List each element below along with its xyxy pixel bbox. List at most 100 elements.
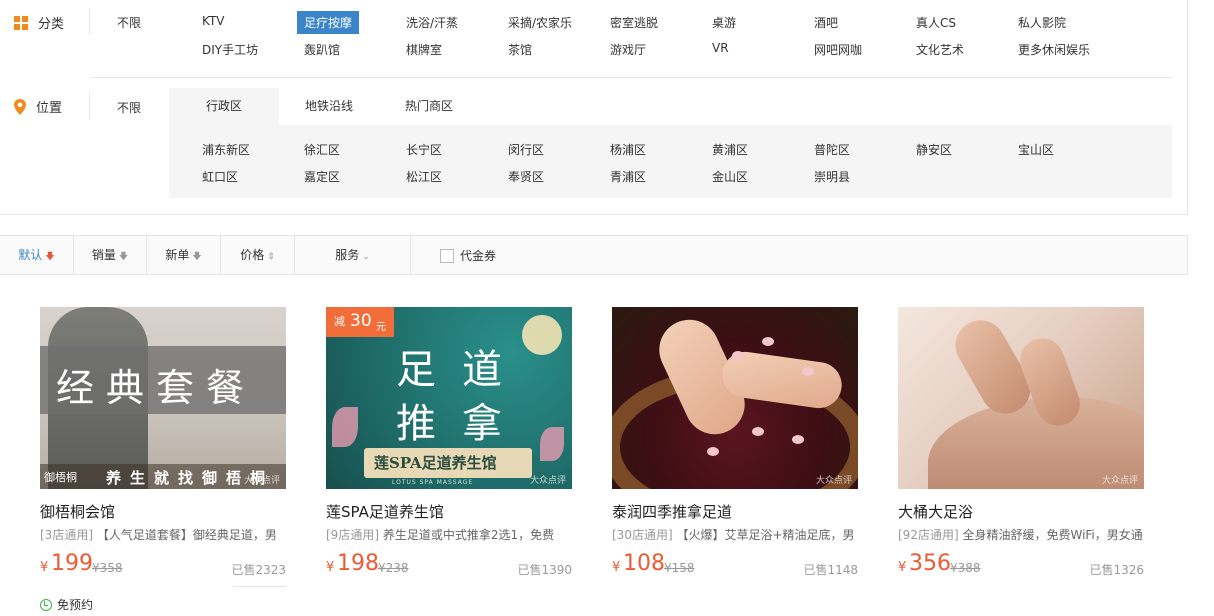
filter-panel: 分类 不限 KTV 足疗按摩 洗浴/汗蒸 采摘/农家乐 密室逃脱 桌游 酒吧 真… [0,0,1188,215]
category-item[interactable]: 酒吧 [814,14,838,31]
category-item[interactable]: DIY手工坊 [202,41,258,58]
deal-image[interactable]: 经典套餐 御梧桐 养生就找御梧桐 大众点评 [40,307,286,489]
price-row: ¥ 199 ¥358 已售2323 [40,551,286,581]
deal-card[interactable]: 大众点评 泰润四季推拿足道 [30店通用] 【火爆】艾草足浴+精油足底，男 ¥ … [612,307,858,577]
district-item[interactable]: 虹口区 [202,168,238,185]
deal-scope: [9店通用] [326,528,379,542]
deal-image[interactable]: 大众点评 [898,307,1144,489]
category-item[interactable]: 私人影院 [1018,14,1066,31]
deal-desc-text: 【人气足道套餐】御经典足道，男 [96,528,277,542]
category-item[interactable]: KTV [202,14,224,28]
coupon-checkbox[interactable] [440,248,454,263]
deal-title[interactable]: 御梧桐会馆 [40,501,115,522]
sort-updown-icon: ⇕ [267,252,275,262]
image-band-text: 经典套餐 [56,366,257,410]
sort-price[interactable]: 价格 ⇕ [221,236,295,274]
image-watermark: 大众点评 [243,476,280,486]
category-item[interactable]: 网吧网咖 [814,41,862,58]
badge-prefix: 减 [334,315,345,328]
sort-price-label: 价格 [240,248,265,262]
original-price: ¥158 [664,561,695,575]
image-petal [792,435,804,444]
district-item[interactable]: 奉贤区 [508,168,544,185]
category-item[interactable]: 茶馆 [508,41,532,58]
image-subtitle: LOTUS SPA MASSAGE [392,479,474,486]
category-item-active[interactable]: 足疗按摩 [297,11,360,34]
deal-image[interactable]: 减 30 元 足 道 推 拿 莲SPA足道养生馆 LOTUS SPA MASSA… [326,307,572,489]
district-item[interactable]: 浦东新区 [202,141,250,158]
district-item[interactable]: 青浦区 [610,168,646,185]
district-item[interactable]: 普陀区 [814,141,850,158]
district-item[interactable]: 嘉定区 [304,168,340,185]
divider [233,586,286,587]
category-item[interactable]: VR [712,41,729,55]
clock-icon [40,598,52,611]
deal-card[interactable]: 大众点评 大桶大足浴 [92店通用] 全身精油舒缓，免费WiFi，男女通 ¥ 3… [898,307,1144,577]
image-leaf [540,427,564,461]
district-item[interactable]: 徐汇区 [304,141,340,158]
sold-count: 已售2323 [231,563,286,577]
price-row: ¥ 198 ¥238 已售1390 [326,551,572,581]
district-item[interactable]: 长宁区 [406,141,442,158]
deal-image[interactable]: 大众点评 [612,307,858,489]
district-item[interactable]: 静安区 [916,141,952,158]
booking-tag: 免预约 [40,596,93,613]
sold-count: 已售1326 [1089,563,1144,577]
category-item[interactable]: 棋牌室 [406,41,442,58]
sort-service-dropdown[interactable]: 服务 ⌄ [295,236,411,274]
image-petal [707,447,719,456]
sort-sales-label: 销量 [91,248,116,262]
arrow-down-icon: 🡇 [45,252,55,262]
category-item[interactable]: 密室逃脱 [610,14,658,31]
price-row: ¥ 356 ¥388 已售1326 [898,551,1144,581]
location-label: 位置 [36,101,63,116]
image-char: 拿 [462,401,502,447]
category-item[interactable]: 洗浴/汗蒸 [406,14,458,31]
category-row-label: 分类 [14,13,64,32]
image-char: 道 [462,347,502,393]
deal-price: 198 [337,551,379,576]
image-char: 推 [396,401,436,447]
image-petal [752,427,764,436]
tab-metro[interactable]: 地铁沿线 [279,88,379,125]
deal-card[interactable]: 经典套餐 御梧桐 养生就找御梧桐 大众点评 御梧桐会馆 [3店通用] 【人气足道… [40,307,286,612]
deal-card[interactable]: 减 30 元 足 道 推 拿 莲SPA足道养生馆 LOTUS SPA MASSA… [326,307,572,577]
arrow-down-icon: 🡇 [118,252,129,262]
category-item[interactable]: 真人CS [916,14,956,31]
district-item[interactable]: 杨浦区 [610,141,646,158]
location-unlimited[interactable]: 不限 [117,99,141,116]
coupon-filter[interactable]: 代金券 [440,247,496,264]
coupon-label: 代金券 [460,249,497,263]
category-item[interactable]: 游戏厅 [610,41,646,58]
category-item[interactable]: 更多休闲娱乐 [1018,41,1090,58]
deal-title[interactable]: 大桶大足浴 [898,501,973,522]
deal-title[interactable]: 泰润四季推拿足道 [612,501,732,522]
grid-icon [14,15,28,30]
category-item[interactable]: 桌游 [712,14,736,31]
sold-count: 已售1148 [803,563,858,577]
category-item[interactable]: 轰趴馆 [304,41,340,58]
deal-description: [30店通用] 【火爆】艾草足浴+精油足底，男 [612,526,858,543]
deal-title[interactable]: 莲SPA足道养生馆 [326,501,444,522]
district-item[interactable]: 黄浦区 [712,141,748,158]
category-unlimited[interactable]: 不限 [117,14,141,31]
district-item[interactable]: 宝山区 [1018,141,1054,158]
district-item[interactable]: 闵行区 [508,141,544,158]
currency-symbol: ¥ [612,560,621,575]
category-item[interactable]: 文化艺术 [916,41,964,58]
district-item[interactable]: 崇明县 [814,168,850,185]
district-item[interactable]: 松江区 [406,168,442,185]
booking-label: 免预约 [57,598,94,612]
category-item[interactable]: 采摘/农家乐 [508,14,572,31]
image-watermark: 大众点评 [1101,476,1138,486]
sort-bar: 默认 🡇 销量 🡇 新单 🡇 价格 ⇕ 服务 ⌄ 代金券 [0,235,1188,275]
image-watermark: 大众点评 [529,476,566,486]
district-item[interactable]: 金山区 [712,168,748,185]
page: 分类 不限 KTV 足疗按摩 洗浴/汗蒸 采摘/农家乐 密室逃脱 桌游 酒吧 真… [0,0,1214,616]
sort-new[interactable]: 新单 🡇 [147,236,221,274]
sort-default[interactable]: 默认 🡇 [0,236,74,274]
district-list: 浦东新区 徐汇区 长宁区 闵行区 杨浦区 黄浦区 普陀区 静安区 宝山区 虹口区… [169,125,1172,198]
tab-district[interactable]: 行政区 [169,88,279,125]
sort-sales[interactable]: 销量 🡇 [74,236,147,274]
tab-business-area[interactable]: 热门商区 [379,88,479,125]
